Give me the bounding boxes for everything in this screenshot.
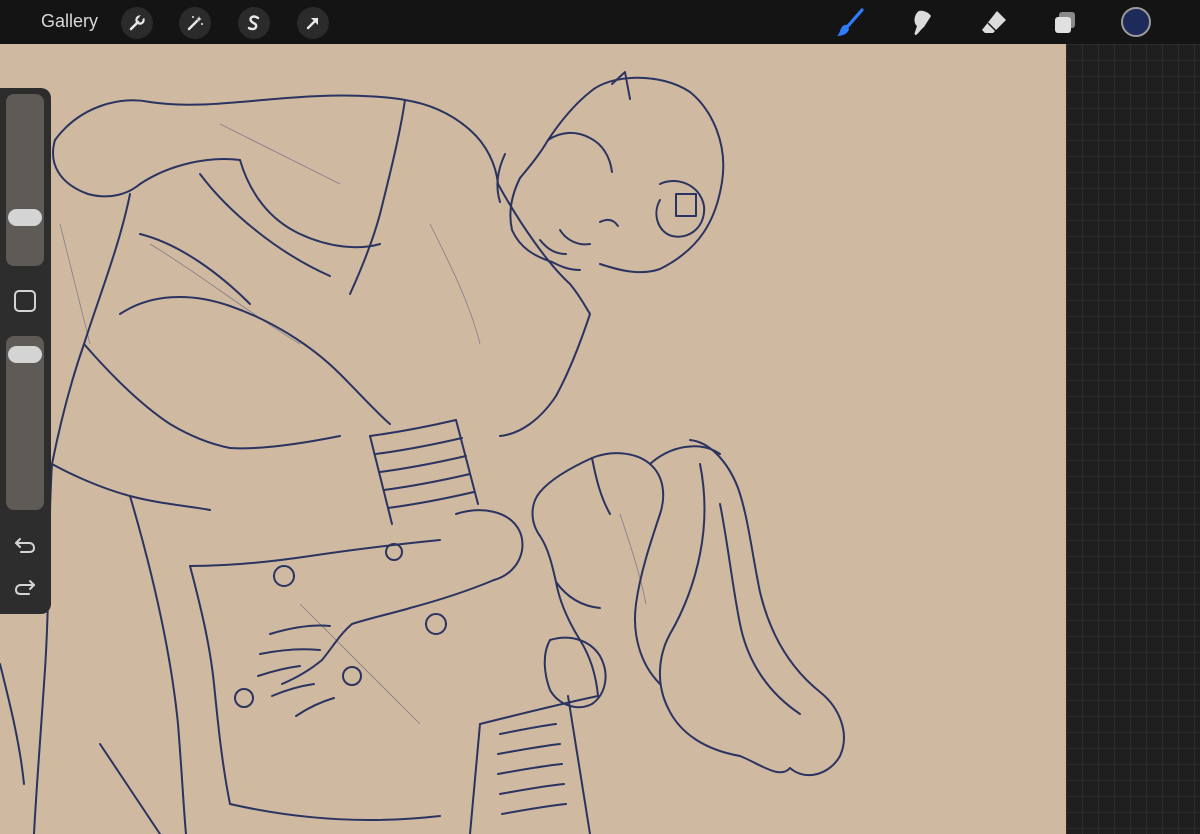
color-picker-button[interactable] xyxy=(1121,7,1151,37)
modify-button[interactable] xyxy=(14,290,36,312)
brush-icon xyxy=(835,7,867,39)
layers-icon xyxy=(1051,9,1079,37)
eraser-icon xyxy=(979,8,1009,38)
brush-tool-button[interactable] xyxy=(834,6,868,40)
magic-wand-icon xyxy=(186,14,204,32)
opacity-slider[interactable] xyxy=(6,336,44,510)
smudge-tool-button[interactable] xyxy=(905,6,939,40)
adjustments-button[interactable] xyxy=(179,7,211,39)
actions-button[interactable] xyxy=(121,7,153,39)
redo-icon xyxy=(13,577,37,597)
transform-arrow-icon xyxy=(304,14,322,32)
gallery-button[interactable]: Gallery xyxy=(41,11,98,32)
drawing-canvas[interactable] xyxy=(0,44,1066,834)
sketch-artwork xyxy=(0,71,845,834)
brush-size-handle[interactable] xyxy=(8,209,42,227)
smudge-icon xyxy=(907,8,937,38)
brush-size-slider[interactable] xyxy=(6,94,44,266)
eraser-tool-button[interactable] xyxy=(977,6,1011,40)
redo-button[interactable] xyxy=(12,574,38,600)
opacity-handle[interactable] xyxy=(8,345,42,363)
undo-icon xyxy=(13,535,37,555)
top-toolbar: Gallery xyxy=(0,0,1200,44)
sidebar-panel xyxy=(0,88,51,614)
selection-button[interactable] xyxy=(238,7,270,39)
undo-button[interactable] xyxy=(12,532,38,558)
selection-icon xyxy=(245,14,263,32)
transform-button[interactable] xyxy=(297,7,329,39)
layers-button[interactable] xyxy=(1048,6,1082,40)
wrench-icon xyxy=(128,14,146,32)
canvas-background-grid xyxy=(1066,44,1200,834)
